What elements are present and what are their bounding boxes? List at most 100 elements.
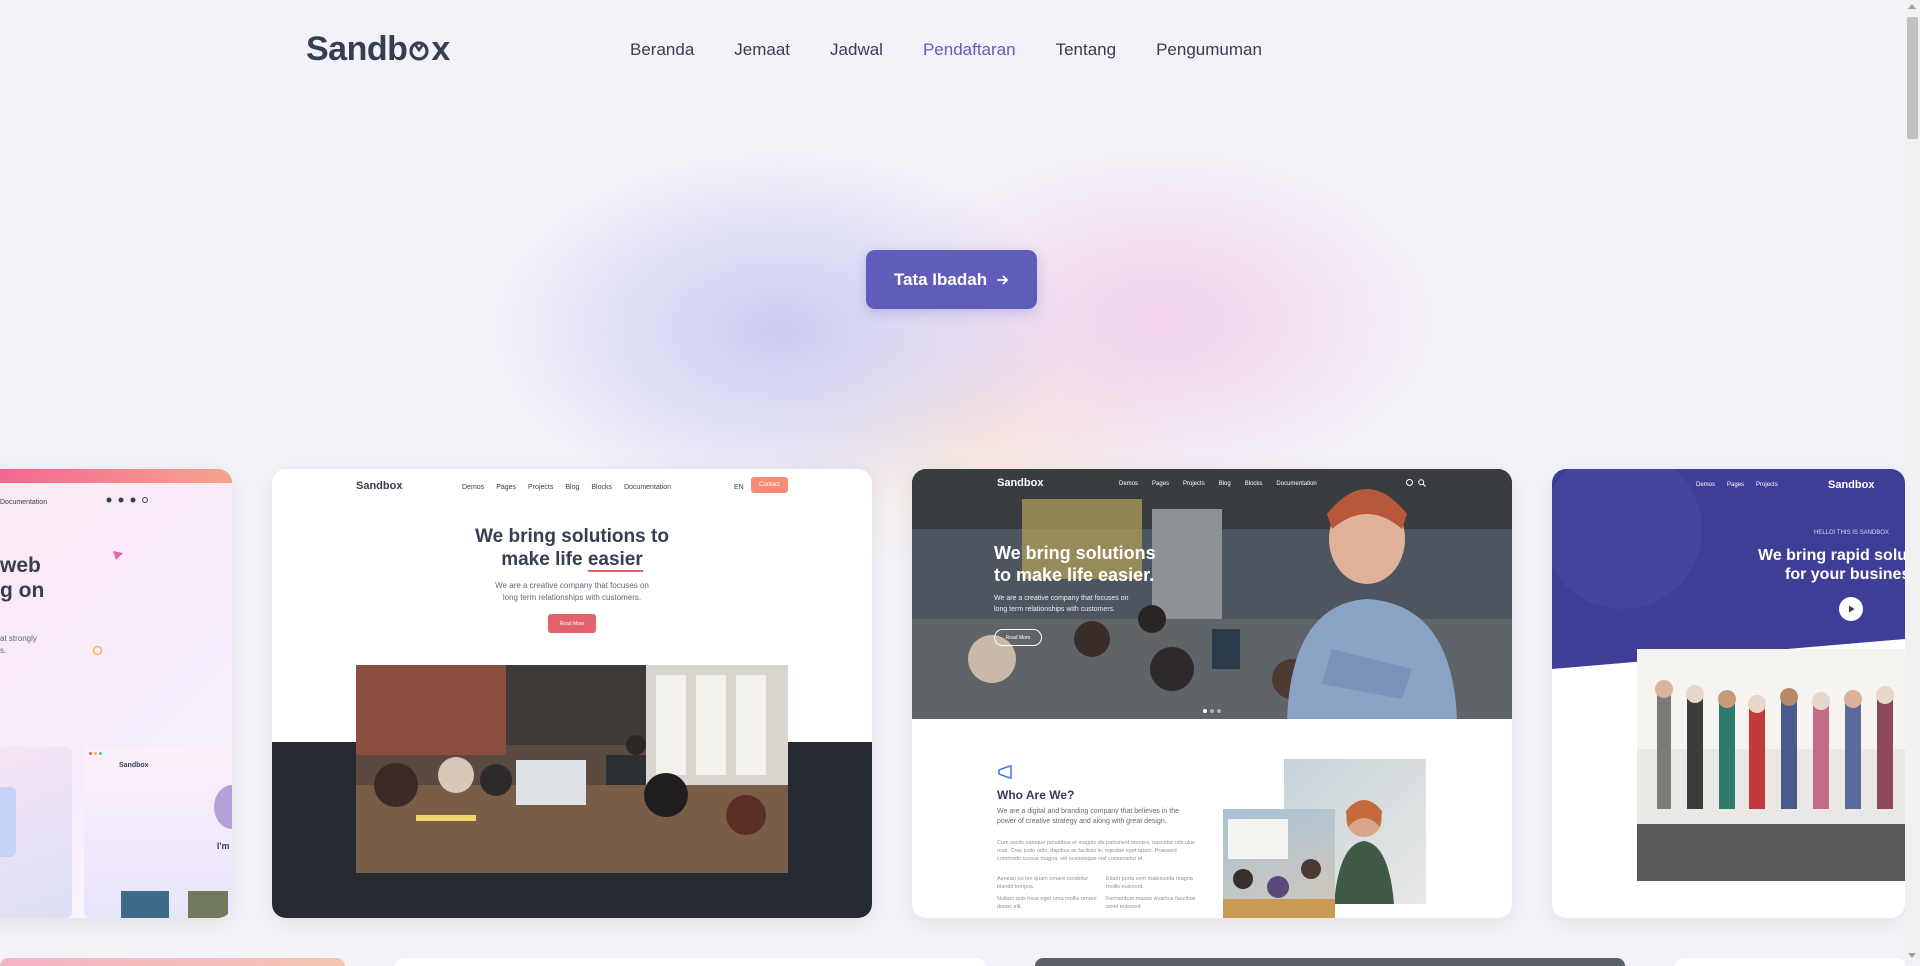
card3-headline-2: to make life easier. <box>994 565 1155 585</box>
card2-read-more-button: Read More <box>548 614 596 633</box>
nav-tentang[interactable]: Tentang <box>1056 40 1117 60</box>
card1-nav-item: Documentation <box>0 499 48 506</box>
cta-label: Tata Ibadah <box>893 269 988 289</box>
team-wall-photo <box>1637 649 1905 881</box>
info-icon <box>1406 479 1413 486</box>
page-scrollbar[interactable] <box>1905 0 1920 962</box>
next-row-card-peek-1 <box>0 958 345 966</box>
card3-section-p: We are a digital and branding company th… <box>997 808 1179 825</box>
card3-logo: Sandbox <box>997 477 1044 489</box>
card1-mini-screen-b: Sandbox I'm a corporate b based in New <box>84 747 232 918</box>
card3-read-more-button: Read More <box>994 629 1042 646</box>
card2-logo: Sandbox <box>356 480 403 492</box>
nav-beranda[interactable]: Beranda <box>630 40 694 60</box>
card3-check-list: Aenean eu leo quam ornare curabitur blan… <box>997 875 1207 911</box>
card2-headline-1: We bring solutions to <box>475 526 669 547</box>
avatar <box>214 785 232 829</box>
instagram-icon <box>142 497 148 503</box>
card3-nav-item: Demos <box>1119 481 1139 487</box>
next-row-card-peek-3 <box>1035 958 1625 966</box>
team-wall-art <box>1637 649 1905 881</box>
card3-nav-item: Blocks <box>1244 481 1263 487</box>
card2-nav-item: Blog <box>565 484 580 491</box>
card3-sub-1: We are a creative company that focuses o… <box>994 595 1129 602</box>
card4-nav-item: Pages <box>1727 482 1745 488</box>
site-logo[interactable]: Sandb x <box>306 30 450 69</box>
card2-nav-item: Blocks <box>591 484 612 491</box>
card1-mini-logo: Sandbox <box>119 762 149 769</box>
card1-topbar <box>0 469 232 483</box>
circle-shape-icon <box>92 645 103 656</box>
nav-pendaftaran[interactable]: Pendaftaran <box>923 40 1016 60</box>
nav-pengumuman[interactable]: Pengumuman <box>1156 40 1262 60</box>
card2-headline-2b: easier <box>587 549 643 572</box>
card1-sub: at strongly s. <box>0 633 37 657</box>
card3-nav-item: Documentation <box>1276 481 1317 487</box>
window-dots <box>89 752 102 755</box>
card1-social-icons <box>106 497 148 503</box>
card4-nav-item: Demos <box>1696 482 1716 488</box>
card3-hero: We bring solutions to make life easier. … <box>912 469 1512 719</box>
pinterest-icon <box>130 497 136 503</box>
card3-headline: We bring solutions to make life easier. <box>994 542 1156 586</box>
card2-headline-2a: make life <box>501 549 588 570</box>
list-item: Aenean eu leo quam ornare curabitur blan… <box>997 876 1089 890</box>
main-navigation: Beranda Jemaat Jadwal Pendaftaran Tentan… <box>630 40 1262 60</box>
play-icon <box>1849 605 1855 613</box>
card1-headline-1: web <box>0 554 41 577</box>
logo-o-icon <box>409 40 430 61</box>
office-photo <box>356 665 788 873</box>
nav-jadwal[interactable]: Jadwal <box>830 40 883 60</box>
twitter-icon <box>106 497 112 503</box>
demo-card-1[interactable]: Documentation web g on at strongly s. Sa… <box>0 469 232 918</box>
card2-lang: EN <box>734 484 744 491</box>
card4-headline-1: We bring rapid solu <box>1758 547 1905 564</box>
nav-jemaat[interactable]: Jemaat <box>734 40 790 60</box>
meeting-photo-art <box>1223 819 1335 918</box>
card2-headline: We bring solutions to make life easier <box>272 525 872 572</box>
card3-sub: We are a creative company that focuses o… <box>994 593 1129 615</box>
card2-nav-item: Documentation <box>623 484 672 491</box>
tata-ibadah-button[interactable]: Tata Ibadah <box>866 250 1037 309</box>
list-item: Nullam quis risus eget urna mollis ornar… <box>997 896 1097 910</box>
card1-mini-head: I'm a corporate b based in New <box>169 841 232 863</box>
card4-nav-item: Projects <box>1756 482 1778 488</box>
logo-text-b: x <box>431 30 450 68</box>
next-row-card-peek-2 <box>395 958 985 966</box>
triangle-shape-icon <box>113 551 123 560</box>
card4-hello: HELLO! THIS IS SANDBOX <box>1814 530 1889 536</box>
card1-sub-1: at strongly <box>0 634 37 643</box>
card2-sub-1: We are a creative company that focuses o… <box>495 581 649 590</box>
scroll-thumb[interactable] <box>1907 17 1918 139</box>
demo-card-4[interactable]: Demos Pages Projects Sandbox HELLO! THIS… <box>1552 469 1905 918</box>
card3-image-front <box>1223 809 1335 918</box>
arrow-right-icon <box>997 275 1008 284</box>
demo-card-2[interactable]: Sandbox Demos Pages Projects Blog Blocks… <box>272 469 872 918</box>
demo-card-3[interactable]: We bring solutions to make life easier. … <box>912 469 1512 918</box>
facebook-icon <box>118 497 124 503</box>
card2-sub: We are a creative company that focuses o… <box>272 580 872 604</box>
phone-mockup <box>0 787 16 857</box>
card1-mini-head-1: I'm a corporate b <box>216 841 232 851</box>
card1-sub-2: s. <box>0 646 7 655</box>
card2-nav: Demos Pages Projects Blog Blocks Documen… <box>462 484 671 491</box>
scroll-down-arrow-icon[interactable] <box>1908 953 1916 958</box>
card2-sub-2: long term relationships with customers. <box>502 593 642 602</box>
next-row-card-peek-4 <box>1675 958 1905 966</box>
card2-nav-item: Projects <box>528 484 554 491</box>
card3-headline-1: We bring solutions <box>994 543 1156 563</box>
megaphone-icon <box>998 765 1012 779</box>
search-icon <box>1418 479 1426 487</box>
card1-headline: web g on <box>0 553 44 603</box>
card3-nav: Demos Pages Projects Blog Blocks Documen… <box>1119 481 1317 487</box>
office-photo-art <box>356 665 788 873</box>
card1-headline-2: g on <box>0 579 45 602</box>
list-item: Etiam porta sem malesuada magna mollis e… <box>1106 876 1193 890</box>
card3-nav-item: Projects <box>1183 481 1205 487</box>
mini-thumb-b <box>188 891 228 918</box>
mini-thumb-a <box>121 891 169 918</box>
card1-mini-screen-a <box>0 747 72 918</box>
card3-section-p2: Cum sociis natoque penatibus et magnis d… <box>997 840 1195 862</box>
card3-nav-item: Blog <box>1218 481 1231 487</box>
scroll-up-arrow-icon[interactable] <box>1908 4 1916 9</box>
